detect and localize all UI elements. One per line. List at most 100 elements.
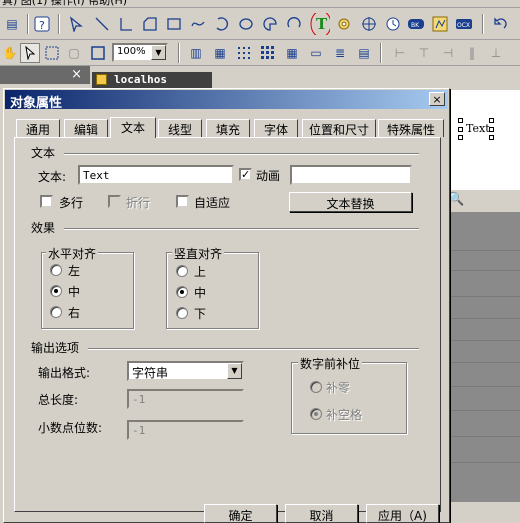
tab-label: 字体 <box>263 123 288 137</box>
clock-icon[interactable] <box>383 14 403 34</box>
zoom-select[interactable]: 100% ▼ <box>112 43 168 62</box>
format-select[interactable]: 字符串 ▼ <box>127 361 244 381</box>
ok-button[interactable]: 确定 <box>204 504 277 523</box>
close-icon: × <box>432 92 442 106</box>
text-label: 文本: <box>38 170 67 184</box>
arc-tool-icon[interactable] <box>212 14 232 34</box>
polygon-tool-icon[interactable] <box>140 14 160 34</box>
target-icon[interactable] <box>359 14 379 34</box>
total-length-label: 总长度: <box>38 393 79 407</box>
grid-icon[interactable] <box>234 43 254 63</box>
database-icon[interactable]: ≣ <box>330 43 350 63</box>
text-input[interactable]: Text <box>78 165 234 185</box>
button-object-icon[interactable]: BK <box>406 14 426 34</box>
align-left-icon[interactable]: ⊢ <box>390 43 410 63</box>
chord-tool-icon[interactable] <box>284 14 304 34</box>
horizontal-align-label: 水平对齐 <box>46 245 99 262</box>
decimals-input: -1 <box>127 420 244 440</box>
tab-position-size[interactable]: 位置和尺寸 <box>302 119 376 137</box>
format-value: 字符串 <box>132 366 169 380</box>
tab-fill[interactable]: 填充 <box>206 119 250 137</box>
hand-tool-icon[interactable]: ✋ <box>0 43 20 63</box>
text-replace-label: 文本替换 <box>326 197 375 211</box>
properties-icon[interactable]: ▦ <box>210 43 230 63</box>
chevron-down-icon[interactable]: ▼ <box>227 363 242 379</box>
gear-shape-icon[interactable] <box>334 14 354 34</box>
layer-icon[interactable]: ▥ <box>186 43 206 63</box>
tab-general[interactable]: 通用 <box>16 119 60 137</box>
text-replace-button[interactable]: 文本替换 <box>289 192 412 212</box>
autofit-checkbox[interactable] <box>176 195 189 208</box>
v-align-bottom-radio[interactable] <box>176 307 188 319</box>
tab-line-style[interactable]: 线型 <box>158 119 202 137</box>
dialog-title-bar[interactable]: 对象属性 <box>5 90 448 111</box>
tab-label: 通用 <box>25 123 50 137</box>
ellipse-tool-icon[interactable] <box>236 14 256 34</box>
canvas-background <box>450 212 520 502</box>
handle-tl <box>458 118 463 123</box>
h-align-right-radio[interactable] <box>50 306 62 318</box>
v-align-top-label: 上 <box>194 265 207 279</box>
dialog-close-button[interactable]: × <box>429 92 445 106</box>
animate-checkbox[interactable]: ✓ <box>239 168 252 181</box>
align-right-icon[interactable]: ⊣ <box>438 43 458 63</box>
chevron-down-icon[interactable]: ▼ <box>151 45 166 60</box>
dialog-title: 对象属性 <box>10 96 63 111</box>
document-icon <box>96 74 107 85</box>
align-bottom-icon[interactable]: ⊥ <box>486 43 506 63</box>
snap-grid-icon[interactable] <box>258 43 278 63</box>
chart-object-icon[interactable] <box>430 14 450 34</box>
align-center-icon[interactable]: ⊤ <box>414 43 434 63</box>
fit-window-icon[interactable] <box>42 43 62 63</box>
book-icon[interactable]: ▤ <box>2 14 22 34</box>
help-icon[interactable]: ? <box>32 14 52 34</box>
doc-tab[interactable]: localhos <box>92 72 212 88</box>
tab-label: 线型 <box>167 123 192 137</box>
rectangle-tool-icon[interactable] <box>164 14 184 34</box>
v-align-top-radio[interactable] <box>176 265 188 277</box>
search-icon[interactable]: 🔍 <box>448 192 464 208</box>
tab-label: 位置和尺寸 <box>308 123 369 137</box>
v-align-middle-label: 中 <box>194 286 207 300</box>
polyline-tool-icon[interactable] <box>116 14 136 34</box>
ocx-control-icon[interactable]: OCX <box>454 14 474 34</box>
tab-special[interactable]: 特殊属性 <box>378 119 444 137</box>
window-icon[interactable]: ▤ <box>354 43 374 63</box>
apply-button[interactable]: 应用（A) <box>366 504 439 523</box>
line-tool-icon[interactable] <box>92 14 112 34</box>
pad-zero-label: 补零 <box>326 381 351 395</box>
pointer-tool-icon[interactable] <box>20 43 40 63</box>
text-tool-icon[interactable]: T <box>310 13 330 35</box>
tab-text[interactable]: 文本 <box>110 117 156 138</box>
preview-text-object[interactable]: Text <box>458 118 494 140</box>
apply-label: 应用（A) <box>378 509 427 523</box>
multiline-checkbox[interactable] <box>40 195 53 208</box>
v-align-bottom-label: 下 <box>194 307 207 321</box>
cancel-label: 取消 <box>309 509 334 523</box>
select-arrow-tool-icon[interactable] <box>66 14 86 34</box>
h-align-center-radio[interactable] <box>50 285 62 297</box>
tab-font[interactable]: 字体 <box>254 119 298 137</box>
align-top-icon[interactable]: ‖ <box>462 43 482 63</box>
table-icon[interactable]: ▦ <box>282 43 302 63</box>
canvas-area[interactable]: Text <box>450 90 520 190</box>
menu-bar-fragment: 真) 图(1) 操作(I) 帮助(H) <box>2 0 128 7</box>
v-align-middle-radio[interactable] <box>176 286 188 298</box>
zoom-value: 100% <box>117 46 146 57</box>
undo-icon[interactable] <box>490 14 510 34</box>
pad-space-radio <box>310 408 322 420</box>
h-align-left-radio[interactable] <box>50 264 62 276</box>
zoom-fit-icon[interactable] <box>88 43 108 63</box>
preview-text: Text <box>466 122 490 135</box>
total-length-input: -1 <box>127 389 244 409</box>
close-icon[interactable]: × <box>71 67 82 82</box>
object-properties-dialog: 对象属性 × 通用 编辑 文本 线型 填充 字体 位置和尺寸 特殊属性 文本 文… <box>3 88 450 523</box>
animate-input[interactable] <box>290 165 412 185</box>
zoom-region-icon[interactable]: ▢ <box>64 43 84 63</box>
wrap-label: 折行 <box>126 196 151 210</box>
curve-tool-icon[interactable] <box>188 14 208 34</box>
tab-edit[interactable]: 编辑 <box>64 119 108 137</box>
pie-tool-icon[interactable] <box>260 14 280 34</box>
screen-icon[interactable]: ▭ <box>306 43 326 63</box>
cancel-button[interactable]: 取消 <box>285 504 358 523</box>
